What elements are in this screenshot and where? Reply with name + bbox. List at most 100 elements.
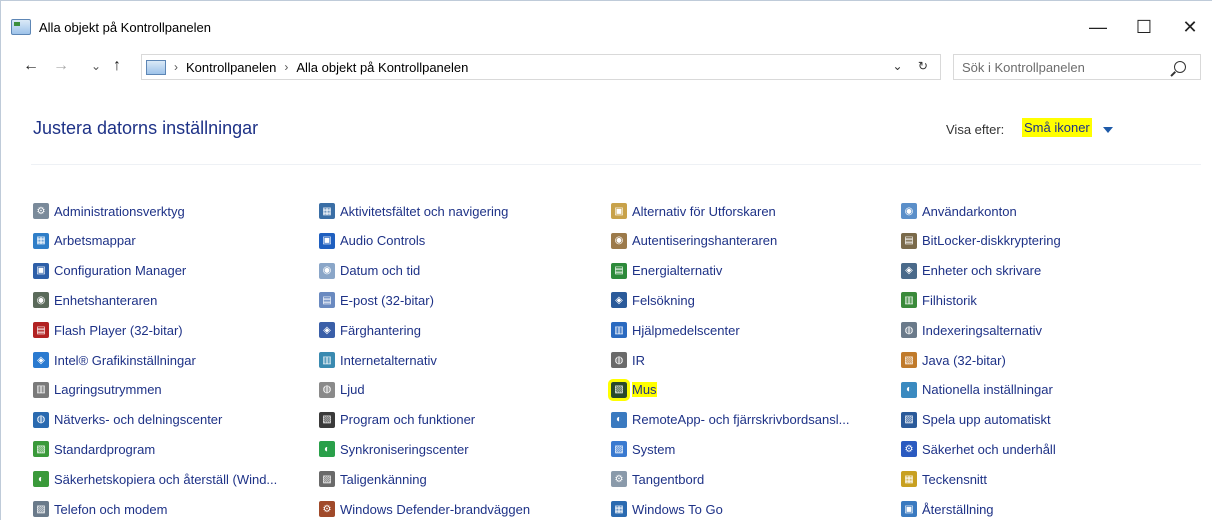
item-label: Datum och tid [340,263,421,279]
item-teckensnitt[interactable]: ▦ Teckensnitt [901,469,987,489]
item-label: Hjälpmedelscenter [632,322,740,338]
administrationsverktyg-icon: ⚙ [33,203,49,219]
item-taligenkänning[interactable]: ▨ Taligenkänning [319,469,427,489]
item-standardprogram[interactable]: ▧ Standardprogram [33,439,155,459]
item-system[interactable]: ▨ System [611,439,675,459]
nationella-inställningar-icon: ◐ [901,381,917,398]
item-spela-upp-automatiskt[interactable]: ▨ Spela upp automatiskt [901,410,1051,430]
close-button[interactable]: ✕ [1167,5,1212,49]
item-tangentbord[interactable]: ⚙ Tangentbord [611,469,704,489]
search-icon[interactable] [1174,61,1186,73]
item-färghantering[interactable]: ◈ Färghantering [319,320,421,340]
window-title: Alla objekt på Kontrollpanelen [39,19,212,35]
item-nätverks-och-delningscenter[interactable]: ◍ Nätverks- och delningscenter [33,410,222,430]
item-label: Audio Controls [340,233,426,249]
item-autentiseringshanteraren[interactable]: ◉ Autentiseringshanteraren [611,231,777,251]
item-säkerhet-och-underhåll[interactable]: ⚙ Säkerhet och underhåll [901,439,1056,459]
minimize-button[interactable]: — [1075,5,1121,49]
arbetsmappar-icon: ▦ [33,232,49,249]
maximize-button[interactable]: ☐ [1121,5,1167,49]
item-bitlocker-diskkryptering[interactable]: ▤ BitLocker-diskkryptering [901,231,1061,251]
item-windows-defender-brandväggen[interactable]: ⚙ Windows Defender-brandväggen [319,499,530,519]
item-e-post-32-bitar[interactable]: ▤ E-post (32-bitar) [319,290,434,310]
breadcrumb-control-panel[interactable]: Kontrollpanelen [186,60,276,75]
autentiseringshanteraren-icon: ◉ [611,232,627,249]
breadcrumb-separator: › [174,60,178,74]
item-label: Energialternativ [632,263,723,279]
item-felsökning[interactable]: ◈ Felsökning [611,290,695,310]
chevron-down-icon[interactable] [1103,127,1113,133]
address-bar[interactable]: › Kontrollpanelen › Alla objekt på Kontr… [141,54,941,80]
item-label: Säkerhet och underhåll [922,441,1056,457]
filhistorik-icon: ▥ [901,292,917,309]
item-alternativ-för-utforskaren[interactable]: ▣ Alternativ för Utforskaren [611,201,776,221]
refresh-button[interactable]: ⌄ ↻ [893,59,934,73]
item-enheter-och-skrivare[interactable]: ◈ Enheter och skrivare [901,261,1041,281]
flash-player-32-bitar-icon: ▤ [33,322,49,339]
item-telefon-och-modem[interactable]: ▨ Telefon och modem [33,499,167,519]
item-label: Administrationsverktyg [54,203,185,219]
säkerhet-och-underhåll-icon: ⚙ [901,441,917,458]
item-filhistorik[interactable]: ▥ Filhistorik [901,290,977,310]
breadcrumb-all-items[interactable]: Alla objekt på Kontrollpanelen [296,60,468,75]
item-aktivitetsfältet-och-navigering[interactable]: ▦ Aktivitetsfältet och navigering [319,201,508,221]
item-windows-to-go[interactable]: ▦ Windows To Go [611,499,723,519]
control-panel-icon [146,59,166,75]
item-configuration-manager[interactable]: ▣ Configuration Manager [33,261,186,281]
item-indexeringsalternativ[interactable]: ◍ Indexeringsalternativ [901,320,1042,340]
item-label: Telefon och modem [54,501,168,517]
view-by-dropdown[interactable]: Små ikoner [1022,118,1092,137]
item-label: Enheter och skrivare [922,263,1042,279]
item-ir[interactable]: ◍ IR [611,350,645,370]
item-label: Alternativ för Utforskaren [632,203,776,219]
intel-grafikinställningar-icon: ◈ [33,352,49,368]
item-enhetshanteraren[interactable]: ◉ Enhetshanteraren [33,290,157,310]
control-panel-icon [11,19,31,35]
control-panel-window: Alla objekt på Kontrollpanelen — ☐ ✕ ← →… [0,0,1212,520]
item-label: Synkroniseringscenter [340,441,469,457]
item-remoteapp-och-fjärrskrivbordsansl[interactable]: ◐ RemoteApp- och fjärrskrivbordsansl... [611,410,849,430]
item-internetalternativ[interactable]: ▥ Internetalternativ [319,350,437,370]
back-button[interactable]: ← [23,57,39,75]
aktivitetsfältet-och-navigering-icon: ▦ [319,203,335,219]
item-audio-controls[interactable]: ▣ Audio Controls [319,231,425,251]
forward-button[interactable]: → [53,57,69,75]
item-administrationsverktyg[interactable]: ⚙ Administrationsverktyg [33,201,185,221]
item-säkerhetskopiera-och-återställ-wind[interactable]: ◐ Säkerhetskopiera och återställ (Wind... [33,469,277,489]
färghantering-icon: ◈ [319,322,335,339]
användarkonton-icon: ◉ [901,203,917,219]
title-bar[interactable]: Alla objekt på Kontrollpanelen — ☐ ✕ [1,5,1212,49]
item-återställning[interactable]: ▣ Återställning [901,499,994,519]
item-datum-och-tid[interactable]: ◉ Datum och tid [319,261,420,281]
item-arbetsmappar[interactable]: ▦ Arbetsmappar [33,231,136,251]
item-program-och-funktioner[interactable]: ▧ Program och funktioner [319,410,475,430]
item-label: Flash Player (32-bitar) [54,322,183,338]
item-label: Indexeringsalternativ [922,322,1042,338]
item-användarkonton[interactable]: ◉ Användarkonton [901,201,1017,221]
item-hjälpmedelscenter[interactable]: ▥ Hjälpmedelscenter [611,320,740,340]
ir-icon: ◍ [611,352,627,368]
up-button[interactable]: ↑ [113,57,121,75]
item-intel-grafikinställningar[interactable]: ◈ Intel® Grafikinställningar [33,350,196,370]
item-label: Teckensnitt [922,471,988,487]
item-lagringsutrymmen[interactable]: ▥ Lagringsutrymmen [33,380,162,400]
item-label: Taligenkänning [340,471,427,487]
telefon-och-modem-icon: ▨ [33,501,49,517]
recent-locations-button[interactable]: ⌄ [91,59,101,73]
item-ljud[interactable]: ◍ Ljud [319,380,365,400]
item-label: Spela upp automatiskt [922,412,1051,428]
item-java-32-bitar[interactable]: ▧ Java (32-bitar) [901,350,1006,370]
item-label: System [632,441,676,457]
enhetshanteraren-icon: ◉ [33,292,49,309]
item-flash-player-32-bitar[interactable]: ▤ Flash Player (32-bitar) [33,320,183,340]
item-mus[interactable]: ▧ Mus [608,378,657,401]
item-label: Nätverks- och delningscenter [54,412,223,428]
search-input[interactable]: Sök i Kontrollpanelen [953,54,1201,80]
item-label: Filhistorik [922,292,977,308]
item-nationella-inställningar[interactable]: ◐ Nationella inställningar [901,380,1053,400]
item-label: Nationella inställningar [922,382,1053,398]
item-synkroniseringscenter[interactable]: ◐ Synkroniseringscenter [319,439,469,459]
item-label: Felsökning [632,292,695,308]
item-energialternativ[interactable]: ▤ Energialternativ [611,261,722,281]
divider [31,164,1201,165]
